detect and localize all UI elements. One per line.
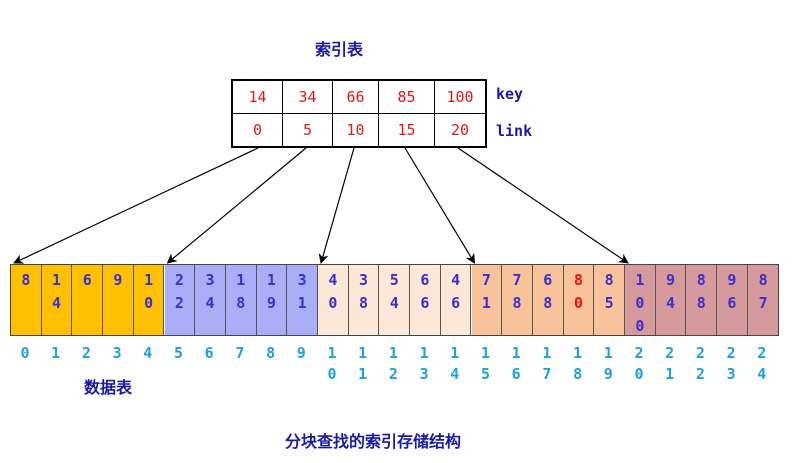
data-cell: 96 (717, 265, 748, 335)
position-label: 7 (235, 344, 245, 362)
position-label: 24 (757, 344, 767, 383)
data-cell: 19 (256, 265, 288, 335)
data-cell: 78 (502, 265, 533, 335)
data-cell: 54 (379, 265, 411, 335)
position-label: 9 (296, 344, 306, 362)
position-label: 16 (511, 344, 521, 383)
position-label: 19 (603, 344, 613, 383)
link-arrow (404, 147, 476, 264)
position-label: 18 (573, 344, 583, 383)
data-cell: 100 (625, 265, 656, 335)
data-table: 8146910223418193140385466467178688085100… (10, 264, 779, 336)
data-cell: 85 (594, 265, 625, 335)
data-cell: 8 (11, 265, 42, 335)
figure-caption: 分块查找的索引存储结构 (285, 432, 462, 451)
data-cell: 46 (440, 265, 472, 335)
data-cell: 38 (348, 265, 380, 335)
data-cell: 66 (410, 265, 441, 335)
position-label: 13 (419, 344, 429, 383)
position-label: 21 (665, 344, 675, 383)
data-cell: 10 (133, 265, 165, 335)
position-label: 8 (266, 344, 276, 362)
data-cell: 71 (471, 265, 503, 335)
position-label: 3 (112, 344, 122, 362)
position-label: 15 (480, 344, 491, 383)
data-table-title: 数据表 (84, 378, 133, 397)
position-label: 20 (634, 344, 644, 383)
position-label: 1 (51, 344, 61, 362)
data-cell: 18 (225, 265, 257, 335)
data-cell: 80 (563, 265, 595, 335)
position-label: 2 (81, 344, 91, 362)
position-label: 14 (450, 344, 460, 383)
position-label: 11 (358, 344, 368, 383)
position-label: 5 (173, 344, 184, 362)
data-cell: 68 (532, 265, 564, 335)
position-label: 6 (204, 344, 214, 362)
link-arrow (457, 147, 629, 264)
position-label: 0 (20, 344, 30, 362)
data-cell: 9 (103, 265, 134, 335)
position-label: 22 (695, 344, 705, 383)
position-label: 23 (726, 344, 736, 383)
position-label: 12 (388, 344, 398, 383)
link-arrow (318, 147, 355, 264)
link-arrow (166, 147, 307, 264)
data-cell: 22 (164, 265, 196, 335)
position-label: 17 (542, 344, 552, 383)
position-label: 10 (327, 344, 337, 383)
data-cell: 87 (747, 265, 779, 335)
data-cell: 40 (318, 265, 349, 335)
data-cell: 34 (195, 265, 226, 335)
data-cell: 88 (686, 265, 718, 335)
data-cell: 6 (72, 265, 104, 335)
data-cell: 14 (41, 265, 73, 335)
link-arrow (13, 147, 259, 264)
data-cell: 94 (655, 265, 687, 335)
data-cell: 31 (287, 265, 318, 335)
position-label: 4 (143, 344, 153, 362)
